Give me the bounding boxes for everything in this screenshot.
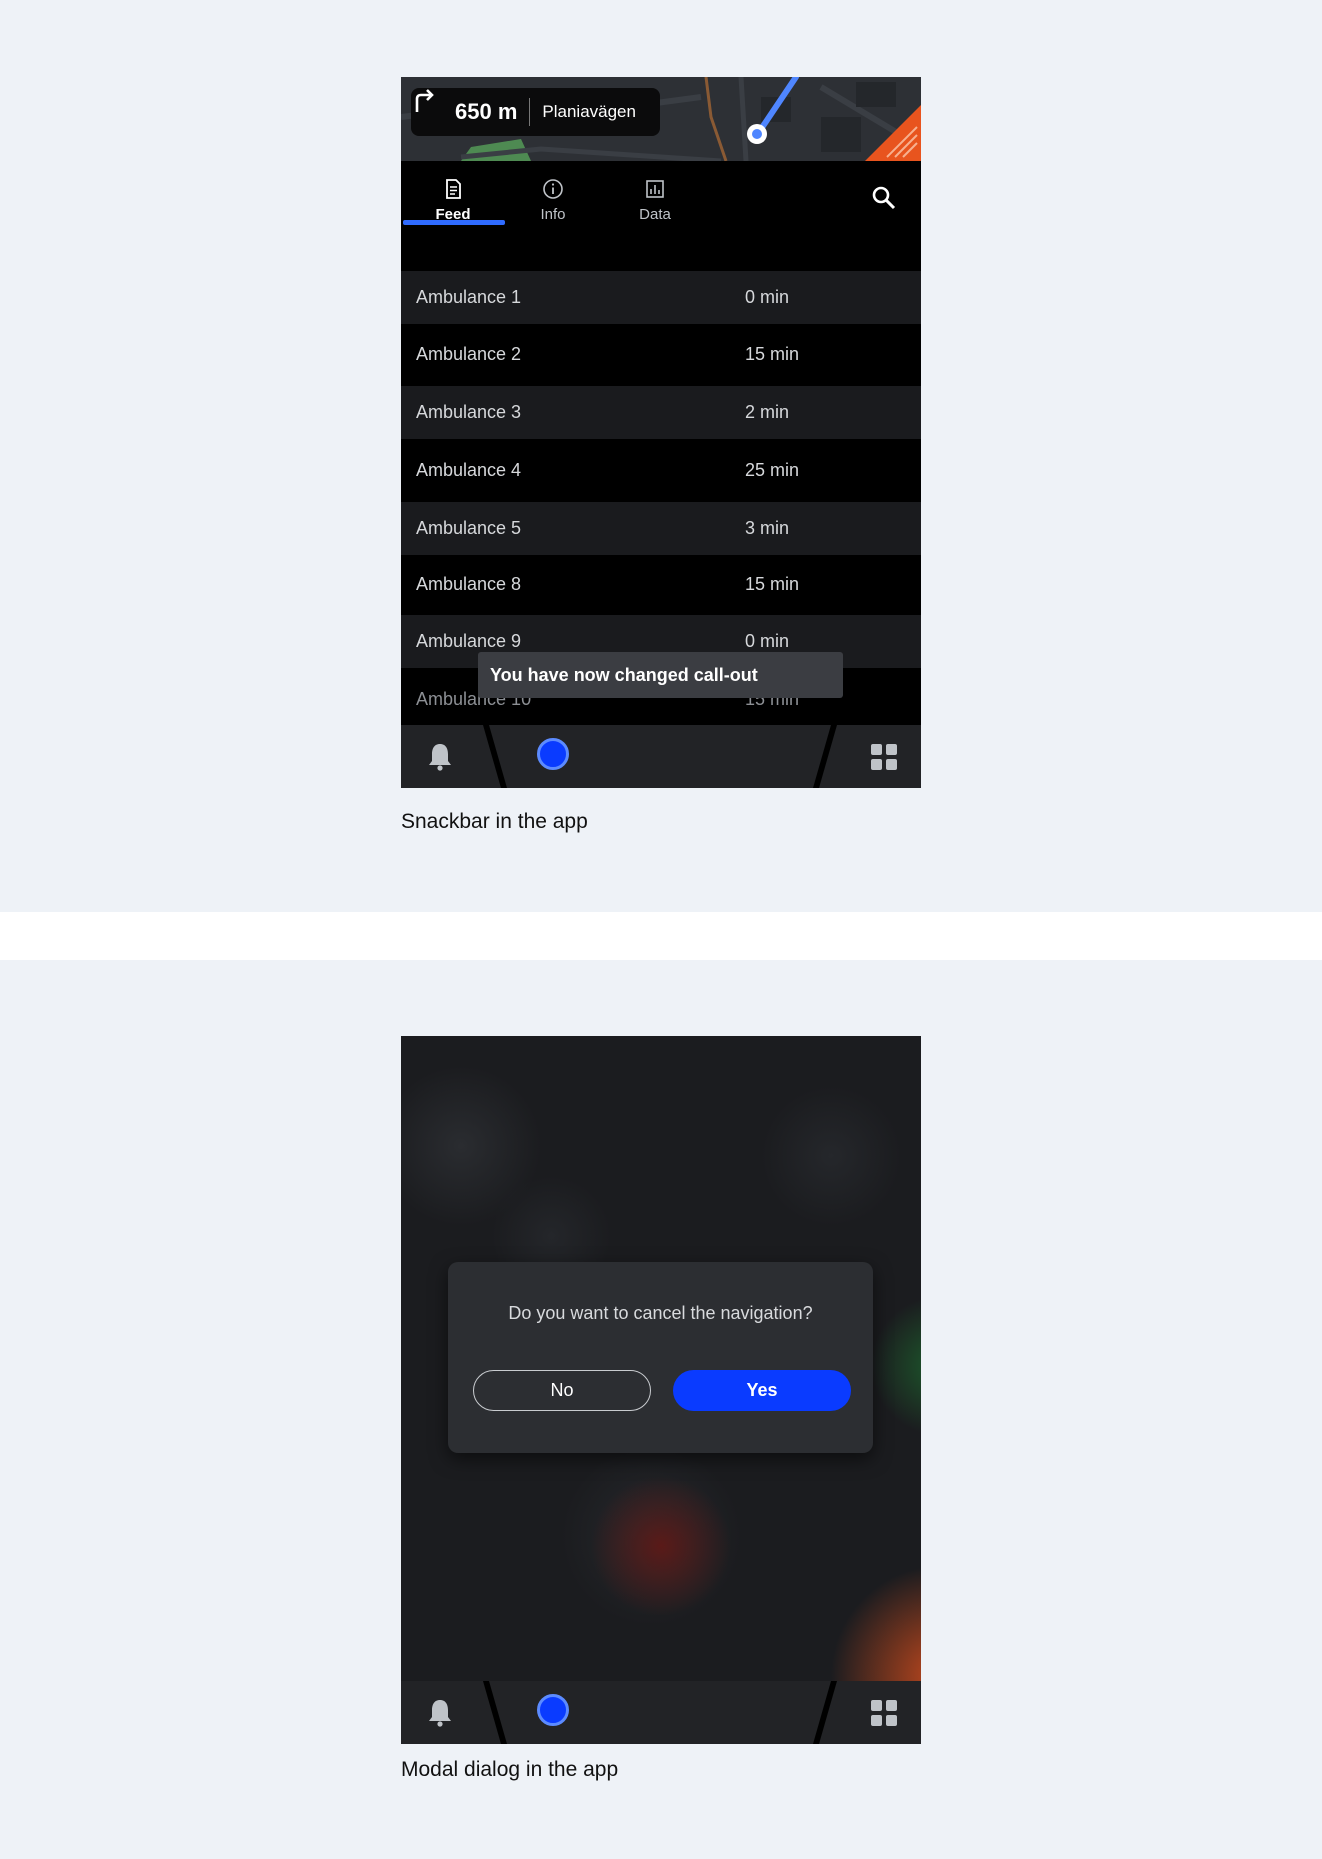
voice-assistant-button[interactable] [537, 738, 569, 770]
bar-divider [813, 725, 837, 788]
chart-icon [646, 180, 664, 198]
section-divider [0, 912, 1322, 960]
list-item[interactable]: Ambulance 8 15 min [401, 558, 921, 611]
yes-button[interactable]: Yes [673, 1370, 851, 1411]
ambulance-eta: 0 min [745, 631, 790, 651]
ambulance-name: Ambulance 9 [416, 631, 522, 651]
turn-distance: 650 m [455, 98, 531, 126]
ambulance-name: Ambulance 2 [416, 344, 522, 364]
ambulance-eta: 0 min [745, 287, 790, 307]
bar-divider [483, 725, 507, 788]
bottom-bar [401, 725, 921, 788]
snackbar-screen: 650 m Planiavägen Feed Info Data Ambulan… [401, 77, 921, 788]
list-item[interactable]: Ambulance 5 3 min [401, 502, 921, 555]
modal-screen: Do you want to cancel the navigation? No… [401, 1036, 921, 1744]
tab-info[interactable]: Info [503, 178, 603, 240]
bottom-bar [401, 1681, 921, 1744]
apps-grid-icon[interactable] [870, 1699, 898, 1727]
ambulance-name: Ambulance 1 [416, 287, 522, 307]
list-item[interactable]: Ambulance 3 2 min [401, 386, 921, 439]
voice-assistant-button[interactable] [537, 1694, 569, 1726]
info-icon [543, 179, 563, 199]
ambulance-eta: 25 min [745, 460, 800, 480]
tab-data-label: Data [639, 206, 671, 223]
list-item[interactable]: Ambulance 4 25 min [401, 444, 921, 497]
no-button[interactable]: No [473, 1370, 651, 1411]
bell-icon[interactable] [426, 1697, 454, 1727]
navigation-map[interactable]: 650 m Planiavägen [401, 77, 921, 161]
snackbar-message: You have now changed call-out [490, 664, 758, 685]
tab-bar: Feed Info Data [401, 161, 921, 271]
snackbar: You have now changed call-out [478, 652, 843, 698]
street-name: Planiavägen [542, 102, 636, 121]
tab-info-label: Info [540, 206, 566, 223]
bar-divider [483, 1681, 507, 1744]
list-item[interactable]: Ambulance 2 15 min [401, 328, 921, 381]
ambulance-name: Ambulance 5 [416, 518, 522, 538]
document-icon [446, 179, 461, 199]
turn-instruction: 650 m Planiavägen [411, 88, 660, 136]
ambulance-eta: 2 min [745, 402, 790, 422]
active-tab-indicator [403, 220, 505, 225]
tab-data[interactable]: Data [605, 178, 705, 240]
ambulance-eta: 15 min [745, 574, 800, 594]
snackbar-caption: Snackbar in the app [401, 810, 588, 833]
bar-divider [813, 1681, 837, 1744]
modal-dialog: Do you want to cancel the navigation? No… [448, 1262, 873, 1453]
ambulance-eta: 15 min [745, 344, 800, 364]
ambulance-name: Ambulance 4 [416, 460, 522, 480]
ambulance-eta: 3 min [745, 518, 790, 538]
ambulance-name: Ambulance 8 [416, 574, 522, 594]
modal-caption: Modal dialog in the app [401, 1758, 619, 1781]
dialog-message: Do you want to cancel the navigation? [508, 1303, 813, 1323]
apps-grid-icon[interactable] [870, 743, 898, 771]
search-icon[interactable] [871, 185, 897, 211]
ambulance-name: Ambulance 3 [416, 402, 522, 422]
turn-right-icon [411, 88, 455, 136]
list-item[interactable]: Ambulance 1 0 min [401, 271, 921, 324]
bell-icon[interactable] [426, 741, 454, 771]
tab-feed[interactable]: Feed [403, 178, 503, 240]
